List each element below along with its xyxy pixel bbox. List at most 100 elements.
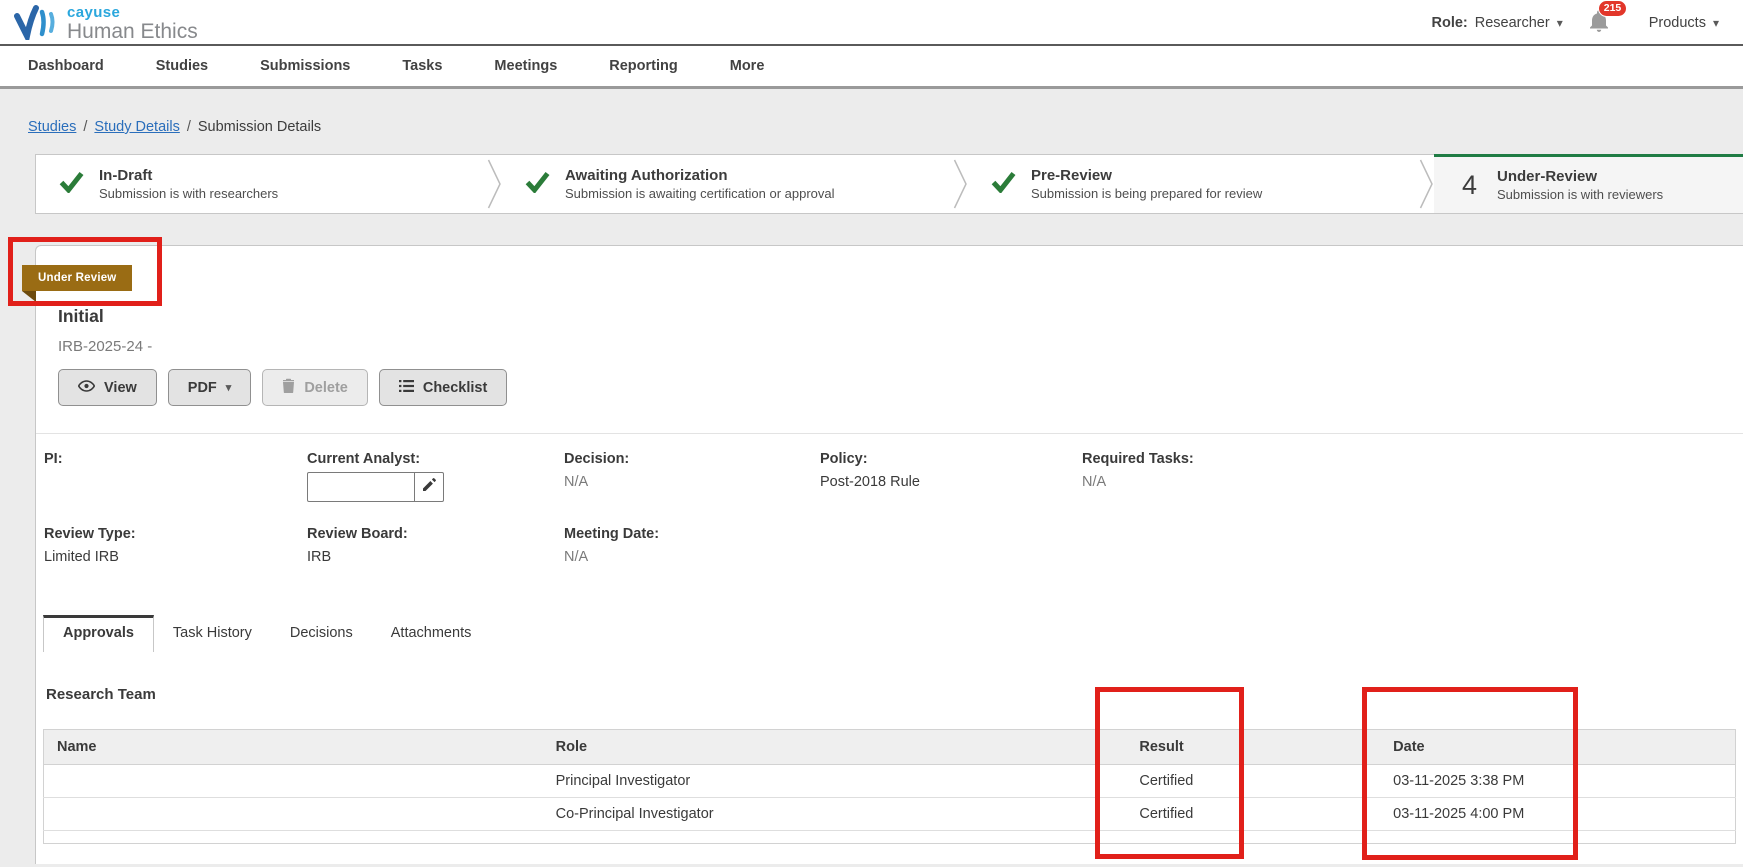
step-in-draft: In-Draft Submission is with researchers	[36, 155, 487, 213]
step-title: Pre-Review	[1031, 167, 1112, 184]
field-policy: Policy: Post-2018 Rule	[820, 451, 1082, 502]
checklist-button-label: Checklist	[422, 379, 488, 396]
step-title: Awaiting Authorization	[565, 167, 728, 184]
product-name: Human Ethics	[67, 19, 198, 43]
column-header-role: Role	[542, 729, 1127, 765]
tab-decisions[interactable]: Decisions	[271, 615, 372, 652]
chevron-down-icon	[1713, 16, 1719, 30]
field-review-type: Review Type: Limited IRB	[44, 526, 307, 565]
field-value: N/A	[1082, 474, 1107, 490]
pdf-button[interactable]: PDF	[167, 369, 252, 406]
workflow-stepper: In-Draft Submission is with researchers …	[35, 154, 1743, 214]
field-label: Required Tasks:	[1082, 451, 1194, 467]
chevron-down-icon	[226, 381, 232, 394]
role-selector[interactable]: Role: Researcher	[1432, 15, 1563, 31]
products-label: Products	[1648, 15, 1706, 31]
field-value: N/A	[564, 474, 589, 490]
role-value: Researcher	[1474, 15, 1550, 31]
nav-item-reporting[interactable]: Reporting	[583, 58, 703, 74]
products-menu[interactable]: Products	[1649, 15, 1719, 31]
nav-item-dashboard[interactable]: Dashboard	[2, 58, 130, 74]
brand-name: cayuse	[67, 3, 121, 21]
nav-item-meetings[interactable]: Meetings	[468, 58, 583, 74]
action-button-row: View PDF Delete Checklist	[58, 369, 1743, 406]
step-under-review-current: 4 Under-Review Submission is with review…	[1434, 154, 1743, 213]
cell-name	[43, 764, 543, 798]
step-title: In-Draft	[99, 167, 153, 184]
step-subtitle: Submission is with reviewers	[1497, 187, 1664, 202]
field-label: PI:	[44, 451, 63, 467]
step-subtitle: Submission is awaiting certification or …	[565, 186, 835, 201]
table-row: Principal Investigator Certified 03-11-2…	[43, 764, 1736, 798]
field-label: Decision:	[564, 451, 630, 467]
field-label: Review Board:	[307, 526, 408, 542]
field-current-analyst: Current Analyst:	[307, 451, 564, 502]
check-icon	[991, 171, 1016, 198]
nav-item-tasks[interactable]: Tasks	[376, 58, 468, 74]
delete-button[interactable]: Delete	[262, 369, 368, 406]
column-header-name: Name	[43, 729, 543, 765]
detail-tabs: Approvals Task History Decisions Attachm…	[43, 615, 1743, 652]
breadcrumb: Studies / Study Details / Submission Details	[0, 89, 1743, 135]
cell-role: Co-Principal Investigator	[542, 797, 1127, 831]
breadcrumb-separator: /	[186, 119, 191, 135]
step-separator-chevron	[953, 159, 967, 209]
field-required-tasks: Required Tasks: N/A	[1082, 451, 1743, 502]
step-pre-review: Pre-Review Submission is being prepared …	[968, 155, 1419, 213]
cell-result: Certified	[1126, 797, 1381, 831]
field-label: Review Type:	[44, 526, 136, 542]
step-awaiting-authorization: Awaiting Authorization Submission is awa…	[502, 155, 953, 213]
brand: cayuse Human Ethics	[14, 2, 198, 45]
step-separator-chevron	[487, 159, 501, 209]
step-subtitle: Submission is with researchers	[99, 186, 279, 201]
role-label: Role:	[1431, 15, 1468, 31]
view-button[interactable]: View	[58, 369, 157, 406]
tab-task-history[interactable]: Task History	[154, 615, 271, 652]
table-header-row: Name Role Result Date	[43, 729, 1736, 765]
research-team-table: Name Role Result Date Principal Investig…	[43, 729, 1736, 844]
step-number: 4	[1461, 169, 1478, 200]
column-header-date: Date	[1380, 729, 1736, 765]
field-review-board: Review Board: IRB	[307, 526, 564, 565]
trash-icon	[282, 378, 295, 397]
main-nav: Dashboard Studies Submissions Tasks Meet…	[0, 46, 1743, 89]
bell-icon	[1589, 9, 1609, 36]
field-label: Current Analyst:	[307, 451, 421, 467]
nav-item-more[interactable]: More	[704, 58, 791, 74]
edit-analyst-button[interactable]	[414, 472, 444, 502]
field-decision: Decision: N/A	[564, 451, 820, 502]
breadcrumb-link-study-details[interactable]: Study Details	[94, 119, 179, 135]
tab-attachments[interactable]: Attachments	[372, 615, 491, 652]
research-team-heading: Research Team	[46, 686, 156, 703]
cell-date: 03-11-2025 4:00 PM	[1380, 797, 1736, 831]
nav-item-studies[interactable]: Studies	[130, 58, 234, 74]
notifications-bell[interactable]: 215	[1589, 0, 1628, 37]
tab-approvals[interactable]: Approvals	[43, 615, 154, 652]
field-value: N/A	[564, 549, 589, 565]
cell-name	[43, 797, 543, 831]
status-badge: Under Review	[22, 265, 133, 291]
field-label: Policy:	[820, 451, 868, 467]
field-meeting-date: Meeting Date: N/A	[564, 526, 820, 565]
check-icon	[59, 171, 84, 198]
check-icon	[525, 171, 550, 198]
breadcrumb-link-studies[interactable]: Studies	[28, 119, 76, 135]
field-value: Post-2018 Rule	[820, 474, 920, 490]
cell-result: Certified	[1126, 764, 1381, 798]
breadcrumb-current: Submission Details	[197, 119, 322, 135]
cell-date: 03-11-2025 3:38 PM	[1380, 764, 1736, 798]
step-title: Under-Review	[1497, 168, 1598, 185]
current-analyst-input[interactable]	[307, 472, 415, 502]
view-button-label: View	[104, 379, 137, 396]
app-header: cayuse Human Ethics Role: Researcher 215…	[0, 0, 1743, 46]
pdf-button-label: PDF	[187, 379, 217, 396]
nav-item-submissions[interactable]: Submissions	[234, 58, 376, 74]
pencil-icon	[422, 478, 436, 496]
submission-type-title: Initial	[58, 306, 104, 326]
checklist-button[interactable]: Checklist	[378, 369, 508, 406]
current-analyst-editor	[307, 472, 564, 502]
field-value: Limited IRB	[44, 549, 119, 565]
chevron-down-icon	[1557, 16, 1563, 30]
submission-panel: Under Review Initial IRB-2025-24 - View …	[22, 245, 1743, 864]
page: cayuse Human Ethics Role: Researcher 215…	[0, 0, 1743, 867]
